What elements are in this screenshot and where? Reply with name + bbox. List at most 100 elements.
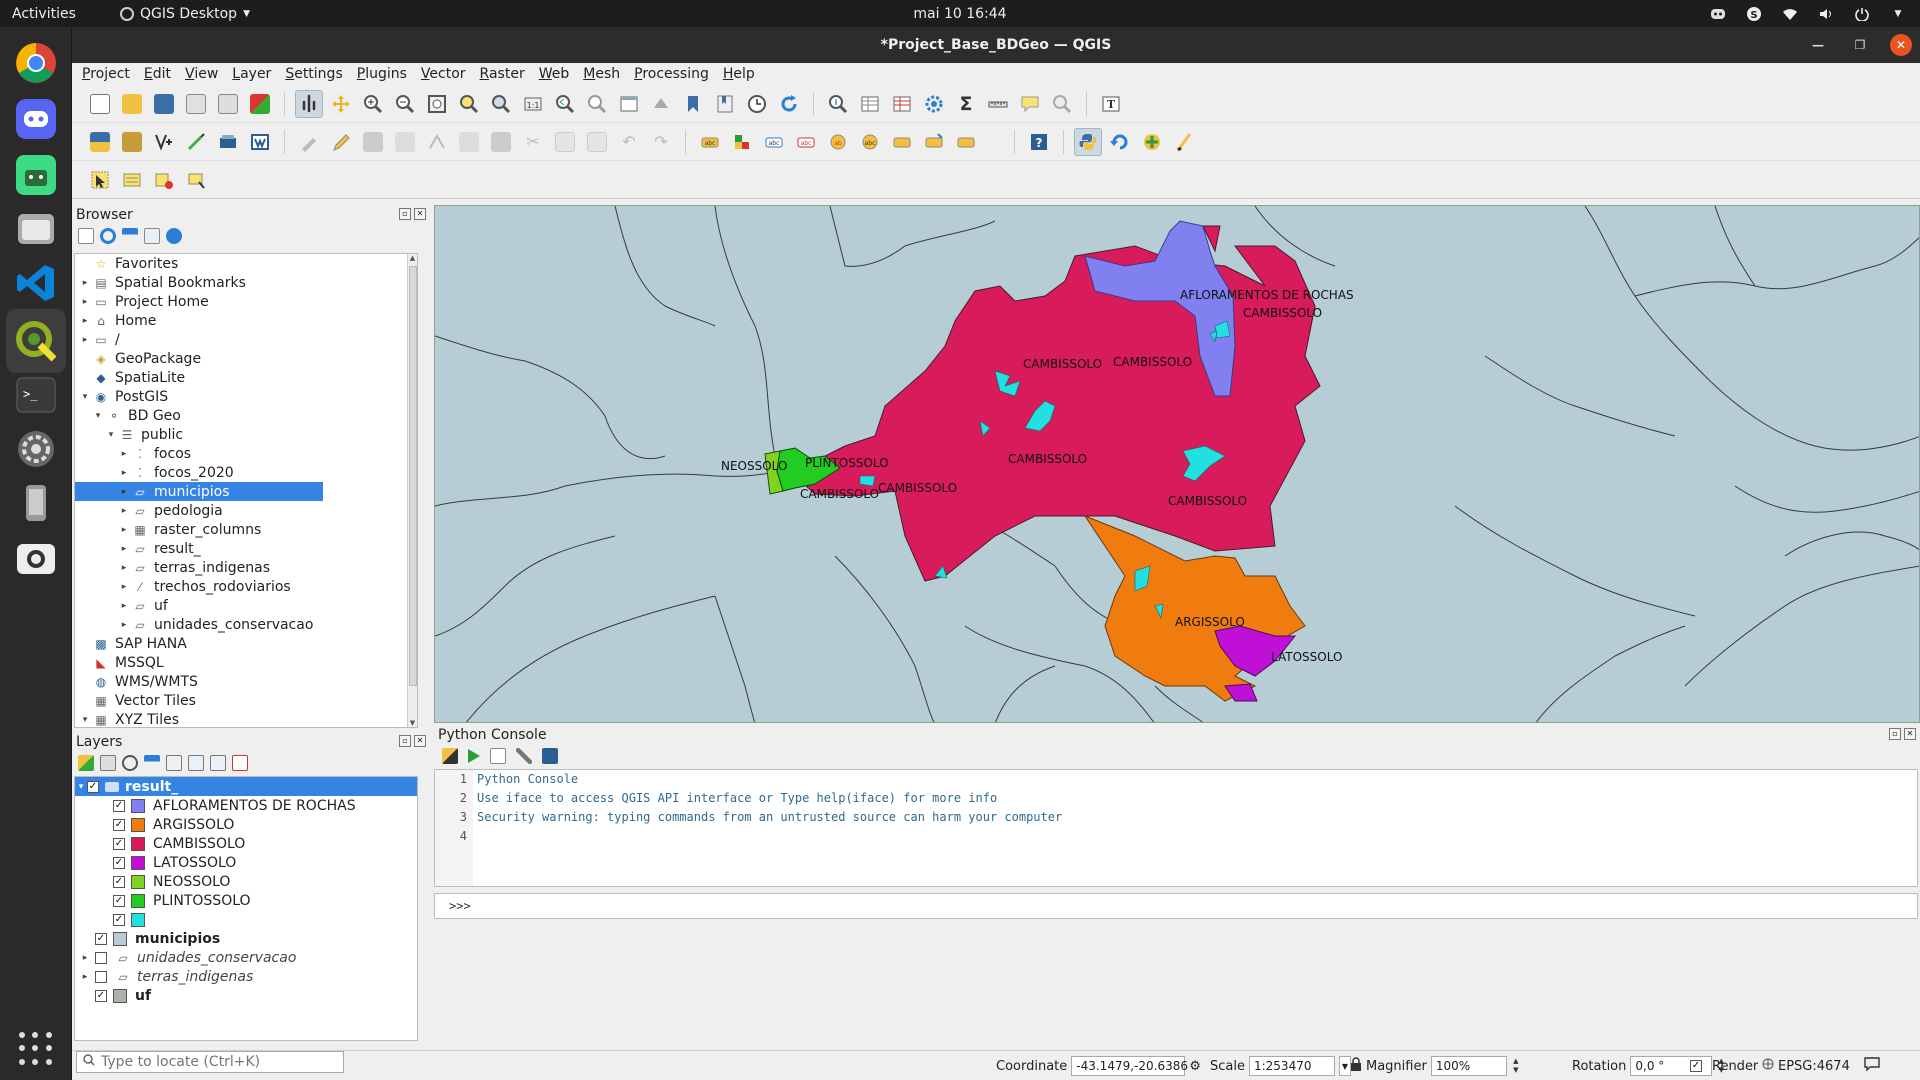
close-panel-icon[interactable]: ✕ [1904,728,1916,740]
system-tray[interactable]: S ▼ [1710,0,1906,27]
expand-arrow-icon[interactable]: ▸ [118,582,130,592]
browser-item-vector-tiles[interactable]: ▦ Vector Tiles [75,691,417,710]
expand-arrow-icon[interactable]: ▸ [118,563,130,573]
layer-visibility-checkbox[interactable] [95,970,107,983]
float-panel-icon[interactable]: ▫ [399,735,411,747]
field-calculator-icon[interactable]: Σ [952,90,980,118]
identify-features-icon[interactable]: i [824,90,852,118]
phone-icon[interactable] [12,479,60,527]
zoom-in-icon[interactable] [359,90,387,118]
expand-arrow-icon[interactable]: ▸ [118,620,130,630]
crs-indicator[interactable]: EPSG:4674 [1778,1059,1850,1074]
discord-icon[interactable] [12,95,60,143]
cut-features-icon[interactable]: ✂ [519,128,547,156]
save-project-icon[interactable] [150,90,178,118]
browser-item-raster-columns[interactable]: ▸ ▦ raster_columns [75,520,417,539]
discord-tray-icon[interactable] [1710,6,1726,22]
properties-info-icon[interactable] [166,228,182,244]
files-icon[interactable] [12,205,60,253]
browser-item-xyz-tiles[interactable]: ▾ ▦ XYZ Tiles [75,710,417,728]
change-label-icon[interactable] [888,128,916,156]
new-map-view-icon[interactable] [615,90,643,118]
temporal-controller-icon[interactable] [743,90,771,118]
legend-class-unnamed[interactable]: ✓ [75,910,417,929]
close-button[interactable]: ✕ [1890,34,1912,56]
collapse-arrow-icon[interactable]: ▾ [92,411,104,421]
paste-features-icon[interactable] [583,128,611,156]
browser-item-municipios[interactable]: ▸ ▱ municipios [75,482,323,501]
magnifier-field[interactable]: 100% [1430,1056,1507,1076]
menu-edit[interactable]: Edit [144,66,171,82]
python-console-input[interactable]: >>> [434,893,1918,919]
collapse-arrow-icon[interactable]: ▾ [105,430,117,440]
manage-map-themes-icon[interactable] [122,755,138,771]
magnifier-spinner-icon[interactable]: ▲ ▼ [1511,1057,1521,1075]
legend-class-cambissolo[interactable]: ✓ CAMBISSOLO [75,834,417,853]
expand-arrow-icon[interactable]: ▸ [79,972,91,982]
help-console-icon[interactable] [542,748,558,764]
browser-item-favorites[interactable]: ☆ Favorites [75,254,417,273]
add-feature-icon[interactable] [391,128,419,156]
attribute-table-icon[interactable] [856,90,884,118]
screenshot-icon[interactable] [12,535,60,583]
expand-arrow-icon[interactable]: ▸ [79,335,91,345]
collapse-arrow-icon[interactable]: ▾ [79,715,91,725]
select-by-location-icon[interactable] [182,166,210,194]
float-panel-icon[interactable]: ▫ [399,208,411,220]
collapse-all-icon[interactable] [144,228,160,244]
menu-help[interactable]: Help [723,66,755,82]
zoom-out-icon[interactable] [391,90,419,118]
expand-arrow-icon[interactable]: ▸ [118,601,130,611]
layer-visibility-checkbox[interactable]: ✓ [95,932,107,945]
measure-line-icon[interactable] [984,90,1012,118]
float-panel-icon[interactable]: ▫ [1889,728,1901,740]
terminal-icon[interactable]: >_ [12,371,60,419]
browser-item-mssql[interactable]: ◣ MSSQL [75,653,417,672]
class-visibility-checkbox[interactable]: ✓ [113,818,125,831]
browser-item-bd-geo[interactable]: ▾ ⚬ BD Geo [75,406,417,425]
run-command-icon[interactable] [468,749,480,763]
browser-scrollbar[interactable]: ▲ ▼ [407,254,417,727]
deselect-all-icon[interactable] [150,166,178,194]
layer-uf[interactable]: ✓ uf [75,986,417,1005]
browser-item-focos-2020[interactable]: ▸ ⁚ focos_2020 [75,463,417,482]
collapse-all-icon[interactable] [210,755,226,771]
pin-labels-icon[interactable]: abc [760,128,788,156]
show-editor-icon[interactable] [490,748,506,764]
menu-raster[interactable]: Raster [480,66,525,82]
layer-visibility-checkbox[interactable] [95,951,107,964]
expand-arrow-icon[interactable]: ▸ [79,297,91,307]
save-as-icon[interactable] [182,90,210,118]
locator-bar[interactable] [76,1051,344,1073]
browser-item-public[interactable]: ▾ ☰ public [75,425,417,444]
toggle-extents-icon[interactable]: ⚙ [1189,1059,1201,1074]
rotate-label-icon[interactable]: abc [856,128,884,156]
browser-item-home[interactable]: ▸ ⌂ Home [75,311,417,330]
expand-arrow-icon[interactable]: ▸ [79,316,91,326]
close-panel-icon[interactable]: ✕ [414,208,426,220]
open-project-icon[interactable] [118,90,146,118]
android-studio-icon[interactable] [12,151,60,199]
browser-item-postgis[interactable]: ▾ ◉ PostGIS [75,387,417,406]
new-bookmark-icon[interactable] [679,90,707,118]
close-panel-icon[interactable]: ✕ [414,735,426,747]
show-applications-icon[interactable] [19,1032,53,1066]
layer-visibility-checkbox[interactable]: ✓ [95,989,107,1002]
add-delimited-text-icon[interactable] [182,128,210,156]
window-titlebar[interactable]: *Project_Base_BDGeo — QGIS — ❐ ✕ [72,27,1920,63]
layer-labeling-icon[interactable]: abc [696,128,724,156]
undo-icon[interactable]: ↶ [615,128,643,156]
show-hide-labels-icon[interactable]: abc [792,128,820,156]
locator-search-icon[interactable] [1048,90,1076,118]
browser-tree[interactable]: ☆ Favorites ▸ ▤ Spatial Bookmarks ▸ ▭ Project H… [74,253,418,728]
layer-group-result[interactable]: ▾ ✓ result_ [75,777,417,796]
class-visibility-checkbox[interactable]: ✓ [113,856,125,869]
menu-mesh[interactable]: Mesh [583,66,620,82]
expand-arrow-icon[interactable]: ▸ [118,544,130,554]
add-group-icon[interactable] [100,755,116,771]
add-postgis-layer-icon[interactable] [214,128,242,156]
save-layer-edits-icon[interactable] [359,128,387,156]
coordinate-field[interactable]: -43.1479,-20.6386 [1071,1056,1188,1076]
copy-features-icon[interactable] [551,128,579,156]
undo-history-icon[interactable] [1106,128,1134,156]
